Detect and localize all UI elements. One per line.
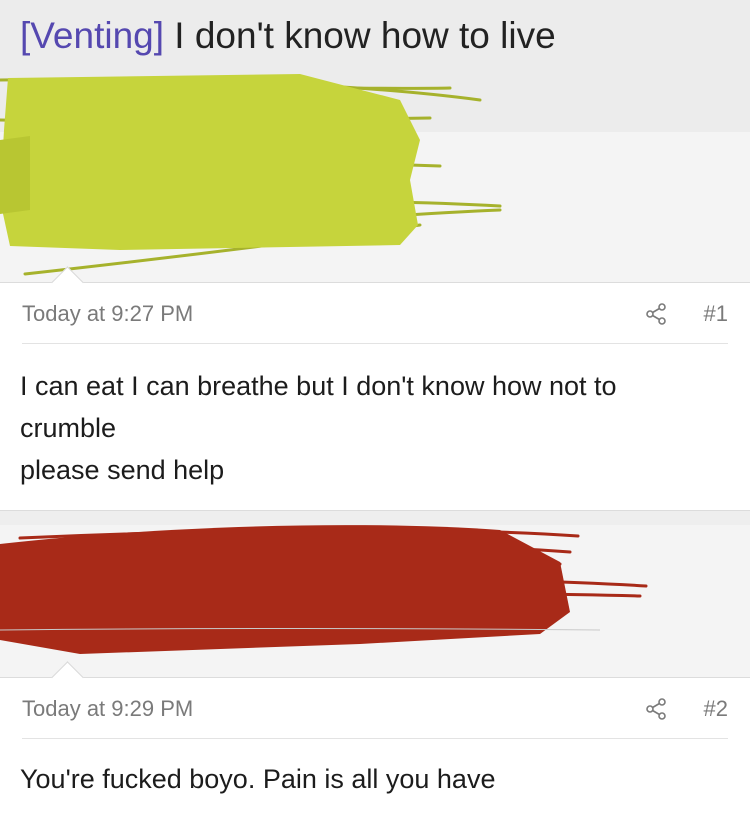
post-1-meta: Today at 9:27 PM #1 [22,283,728,344]
post-2-number[interactable]: #2 [704,696,728,722]
post-1-timestamp[interactable]: Today at 9:27 PM [22,301,193,327]
share-icon[interactable] [644,302,668,326]
message-line: You're fucked boyo. Pain is all you have [20,764,496,794]
post-1: Today at 9:27 PM #1 I can eat I can brea… [0,266,750,510]
post-1-number[interactable]: #1 [704,301,728,327]
post-2-timestamp[interactable]: Today at 9:29 PM [22,696,193,722]
message-line: please send help [20,455,225,485]
share-icon[interactable] [644,697,668,721]
thread-title: [Venting] I don't know how to live [20,14,556,58]
post-2-message: You're fucked boyo. Pain is all you have [20,758,710,800]
post-1-message: I can eat I can breathe but I don't know… [20,365,710,491]
redaction-scribble-red [0,525,648,654]
thread-title-text: I don't know how to live [174,15,556,56]
thread-page: [Venting] I don't know how to live Today… [0,0,750,818]
message-line: crumble [20,413,117,443]
thread-prefix[interactable]: [Venting] [20,15,164,56]
redaction-scribble-green [0,74,502,276]
post-2-meta: Today at 9:29 PM #2 [22,678,728,739]
post-2: Today at 9:29 PM #2 You're fucked boyo. … [0,661,750,818]
message-line: I can eat I can breathe but I don't know… [20,371,617,401]
